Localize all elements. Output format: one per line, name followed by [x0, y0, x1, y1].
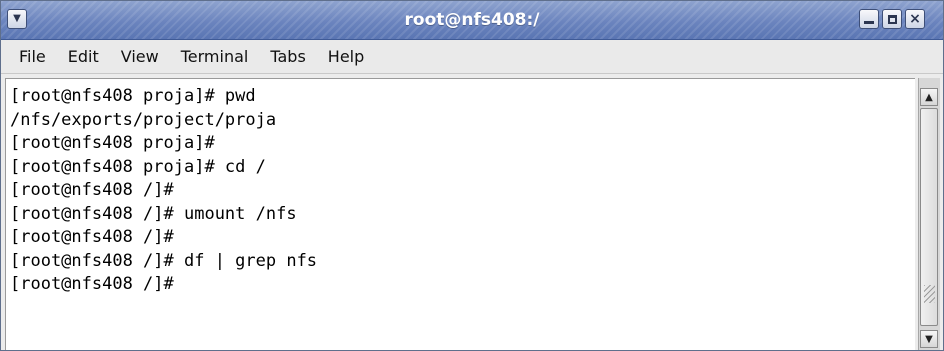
scroll-down-button[interactable]: ▼ — [920, 330, 938, 348]
title-bar[interactable]: ▼ root@nfs408:/ × — [1, 1, 943, 40]
scroll-up-button[interactable]: ▲ — [920, 88, 938, 106]
terminal-line: [root@nfs408 /]# — [10, 180, 174, 200]
minimize-button[interactable] — [859, 9, 879, 29]
vertical-scrollbar[interactable]: ▲ ▼ — [918, 78, 940, 350]
terminal-line: [root@nfs408 /]# df | grep nfs — [10, 250, 318, 271]
scroll-thumb[interactable] — [920, 108, 938, 326]
menu-tabs[interactable]: Tabs — [268, 45, 307, 68]
window-title: root@nfs408:/ — [404, 10, 540, 30]
minimize-icon — [864, 20, 874, 24]
close-icon: × — [909, 11, 921, 27]
menu-bar: File Edit View Terminal Tabs Help — [1, 40, 943, 74]
menu-view[interactable]: View — [119, 45, 161, 68]
terminal-window: ▼ root@nfs408:/ × File Edit View Termina… — [0, 0, 944, 351]
terminal-line: [root@nfs408 /]# — [10, 274, 174, 294]
maximize-button[interactable] — [882, 9, 902, 29]
arrow-up-icon: ▲ — [925, 91, 933, 103]
terminal-line: [root@nfs408 proja]# cd / — [10, 156, 266, 177]
menu-edit[interactable]: Edit — [66, 45, 101, 68]
menu-help[interactable]: Help — [326, 45, 366, 68]
terminal-line: [root@nfs408 proja]# — [10, 133, 215, 153]
arrow-down-icon: ▼ — [925, 333, 933, 345]
grip-icon — [924, 285, 935, 303]
terminal-line: [root@nfs408 /]# umount /nfs — [10, 203, 297, 224]
terminal-line: /nfs/exports/project/proja — [10, 109, 277, 130]
terminal-output[interactable]: [root@nfs408 proja]# pwd /nfs/exports/pr… — [5, 78, 915, 350]
menu-terminal[interactable]: Terminal — [179, 45, 251, 68]
terminal-line: [root@nfs408 proja]# pwd — [10, 86, 256, 106]
menu-file[interactable]: File — [17, 45, 48, 68]
maximize-icon — [887, 14, 897, 24]
terminal-line: [root@nfs408 /]# — [10, 227, 174, 247]
close-button[interactable]: × — [905, 9, 925, 29]
